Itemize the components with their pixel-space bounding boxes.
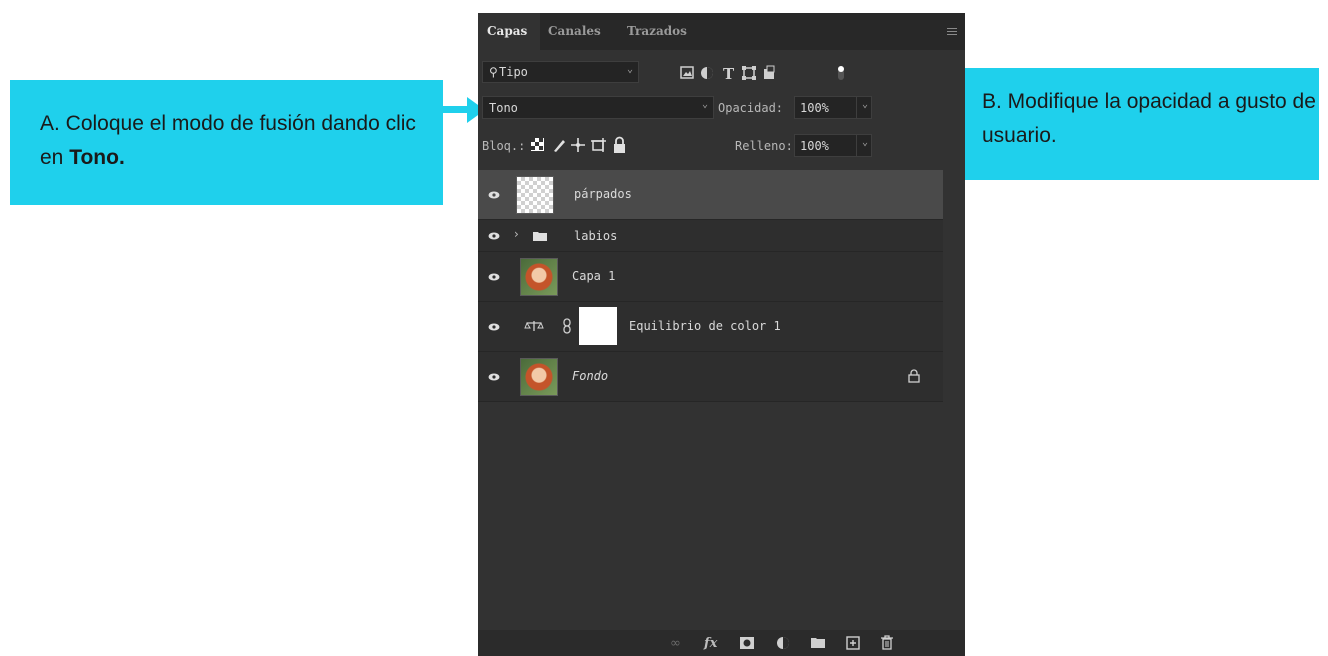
visibility-eye-icon[interactable]: [488, 191, 500, 199]
add-mask-icon[interactable]: [740, 637, 754, 649]
lock-brush-icon[interactable]: [554, 140, 565, 152]
lock-all-icon[interactable]: [614, 136, 625, 154]
layer-name[interactable]: labios: [574, 229, 617, 243]
callout-opacity: B. Modifique la opacidad a gusto de usua…: [950, 68, 1319, 180]
layer-row-labios[interactable]: › labios: [478, 220, 943, 252]
lock-icons: [531, 136, 625, 154]
lock-move-icon[interactable]: [571, 138, 585, 152]
layer-thumbnail: [520, 258, 558, 296]
visibility-eye-icon[interactable]: [488, 323, 500, 331]
new-group-icon[interactable]: [810, 637, 826, 649]
panel-menu-icon[interactable]: [947, 28, 957, 36]
layer-row-fondo[interactable]: Fondo: [478, 352, 943, 402]
layer-name[interactable]: párpados: [574, 187, 632, 201]
layer-name[interactable]: Equilibrio de color 1: [629, 319, 781, 333]
adjustment-layer-icon[interactable]: [776, 636, 790, 650]
filter-adjustment-icon[interactable]: [701, 67, 713, 79]
fill-label: Relleno:: [735, 139, 793, 153]
lock-transparent-icon[interactable]: [531, 138, 544, 151]
lock-label: Bloq.:: [482, 139, 526, 153]
visibility-eye-icon[interactable]: [488, 232, 500, 240]
chevron-down-icon: ⌄: [626, 64, 633, 75]
chevron-down-icon: ⌄: [861, 99, 868, 110]
tab-trazados[interactable]: Trazados: [627, 24, 687, 38]
callout-blend-mode: A. Coloque el modo de fusión dando clic …: [10, 80, 443, 205]
new-layer-icon[interactable]: [846, 636, 860, 650]
lock-artboard-icon[interactable]: [591, 138, 606, 152]
callout-b-text: B. Modifique la opacidad a gusto de usua…: [982, 90, 1316, 147]
layer-thumbnail: [520, 358, 558, 396]
link-layers-icon[interactable]: ∞: [670, 636, 681, 651]
opacity-value: 100%: [800, 101, 829, 115]
opacity-field[interactable]: 100%: [794, 96, 857, 119]
panel-tabs: Capas Canales Trazados: [478, 13, 965, 50]
fill-value: 100%: [800, 139, 829, 153]
filter-pixel-icon[interactable]: [680, 66, 694, 79]
blend-row: Tono ⌄ Opacidad: 100% ⌄: [478, 95, 965, 121]
layer-mask-thumbnail[interactable]: [579, 307, 617, 345]
visibility-eye-icon[interactable]: [488, 373, 500, 381]
layer-name[interactable]: Fondo: [572, 369, 608, 383]
tab-canales[interactable]: Canales: [548, 24, 601, 38]
layers-panel: Capas Canales Trazados ⚲ Tipo ⌄ T Tono ⌄…: [478, 13, 965, 656]
folder-icon: [533, 232, 547, 241]
expand-chevron-icon[interactable]: ›: [514, 227, 519, 241]
search-icon: ⚲: [489, 65, 498, 79]
blend-mode-select[interactable]: Tono ⌄: [482, 96, 714, 119]
opacity-label: Opacidad:: [718, 101, 784, 115]
filter-smartobject-icon[interactable]: [764, 65, 775, 79]
chevron-down-icon: ⌄: [701, 99, 708, 110]
svg-text:T: T: [723, 65, 735, 81]
visibility-eye-icon[interactable]: [488, 273, 500, 281]
fill-field[interactable]: 100%: [794, 134, 857, 157]
layer-name[interactable]: Capa 1: [572, 269, 615, 283]
filter-icons: T: [680, 65, 844, 81]
filter-shape-icon[interactable]: [742, 66, 756, 80]
blend-mode-value: Tono: [489, 101, 518, 115]
opacity-dropdown[interactable]: ⌄: [856, 96, 872, 119]
fill-dropdown[interactable]: ⌄: [856, 134, 872, 157]
filter-kind-select[interactable]: ⚲ Tipo ⌄: [482, 61, 639, 83]
filter-type-icon[interactable]: T: [723, 65, 735, 81]
layer-row-capa1[interactable]: Capa 1: [478, 252, 943, 302]
layer-row-equilibrio[interactable]: Equilibrio de color 1: [478, 302, 943, 352]
color-balance-icon: [524, 321, 544, 331]
callout-a-bold: Tono.: [69, 146, 125, 169]
tab-capas[interactable]: Capas: [487, 24, 527, 38]
link-chain-icon[interactable]: [562, 318, 572, 334]
layer-row-parpados[interactable]: párpados: [478, 170, 943, 220]
filter-kind-label: Tipo: [499, 65, 528, 79]
fx-icon[interactable]: fx: [704, 636, 717, 651]
lock-row: Bloq.: Relleno: 100% ⌄: [478, 133, 965, 159]
lock-icon: [908, 369, 920, 383]
filter-toggle-icon[interactable]: [838, 66, 844, 80]
panel-footer: ∞ fx: [478, 630, 965, 656]
delete-layer-icon[interactable]: [880, 635, 894, 650]
layer-thumbnail: [516, 176, 554, 214]
chevron-down-icon: ⌄: [861, 137, 868, 148]
filter-row: ⚲ Tipo ⌄ T: [478, 59, 965, 85]
